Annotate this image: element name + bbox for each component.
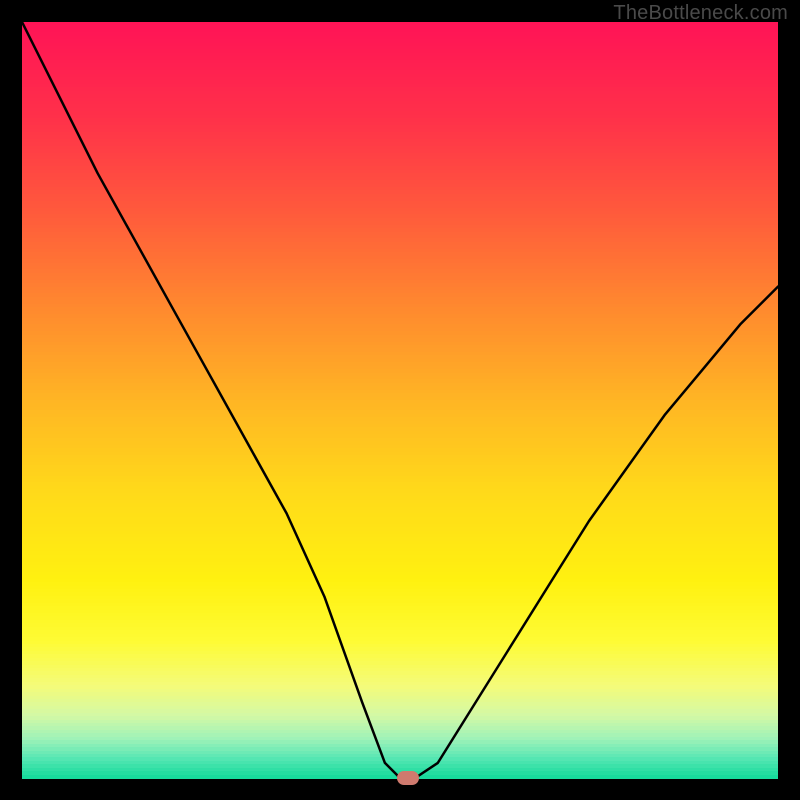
plot-area bbox=[22, 22, 778, 778]
chart-frame: TheBottleneck.com bbox=[0, 0, 800, 800]
optimum-marker bbox=[397, 771, 419, 785]
